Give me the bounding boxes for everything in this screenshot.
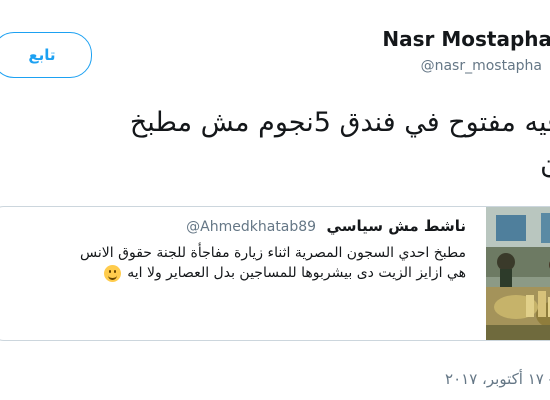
tweet-text-line: فيه مفتوح في فندق 5نجوم مش مطبخ bbox=[129, 107, 550, 138]
quoted-text-line: مطبخ احدي السجون المصرية اثناء زيارة مفا… bbox=[80, 245, 466, 261]
quoted-tweet-photo[interactable] bbox=[486, 207, 550, 340]
quoted-user-handle: @Ahmedkhatab89 bbox=[186, 219, 317, 235]
tweet-timestamp[interactable]: - ١٧ أكتوبر، ٢٠١٧ bbox=[445, 370, 550, 388]
quoted-tweet-text: مطبخ احدي السجون المصرية اثناء زيارة مفا… bbox=[0, 243, 466, 283]
tweet-text: فيه مفتوح في فندق 5نجوم مش مطبخ ن bbox=[0, 102, 550, 186]
user-handle[interactable]: @nasr_mostapha bbox=[421, 58, 542, 74]
user-display-name[interactable]: Nasr Mostapha bbox=[382, 27, 550, 51]
quoted-tweet-header: ناشط مش سياسي @Ahmedkhatab89 bbox=[186, 217, 466, 235]
follow-button[interactable]: تابع bbox=[0, 32, 92, 78]
quoted-user-name: ناشط مش سياسي bbox=[326, 217, 466, 235]
quoted-text-line: هي ازايز الزيت دى بيشربوها للمساجين بدل … bbox=[0, 263, 466, 283]
tweet-text-line: ن bbox=[0, 144, 550, 186]
smiley-face-emoji-icon bbox=[104, 264, 122, 282]
quoted-text-line-2: هي ازايز الزيت دى بيشربوها للمساجين بدل … bbox=[127, 265, 466, 281]
quoted-tweet-card[interactable]: ناشط مش سياسي @Ahmedkhatab89 مطبخ احدي ا… bbox=[0, 206, 550, 341]
